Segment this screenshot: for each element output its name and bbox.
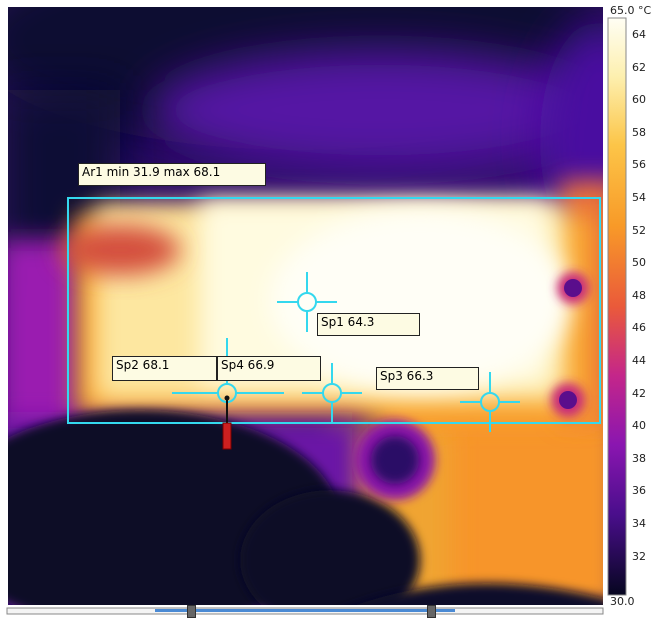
scale-tick-label: 60 — [632, 93, 646, 107]
spot-label-sp1[interactable]: Sp1 64.3 — [317, 313, 420, 336]
area-label[interactable]: Ar1 min 31.9 max 68.1 — [78, 163, 266, 186]
scale-tick-label: 42 — [632, 386, 646, 400]
scale-tick-label: 48 — [632, 288, 646, 302]
scale-tick-label: 62 — [632, 60, 646, 74]
spot-label-sp2[interactable]: Sp2 68.1 — [112, 356, 217, 381]
thermal-image — [6, 7, 627, 615]
timeline-end-handle[interactable] — [427, 605, 436, 618]
scale-min-label: 30.0 — [610, 595, 635, 608]
scale-tick-label: 32 — [632, 549, 646, 563]
scale-tick-label: 58 — [632, 125, 646, 139]
spot-label-sp4[interactable]: Sp4 66.9 — [217, 356, 321, 381]
scale-max-label: 65.0 °C — [610, 4, 652, 17]
scale-tick-label: 64 — [632, 28, 646, 41]
scale-tick-label: 36 — [632, 484, 646, 498]
scale-tick-label: 34 — [632, 517, 646, 530]
scale-tick-label: 40 — [632, 419, 646, 433]
timeline-selection — [155, 609, 455, 612]
color-scale-bar — [607, 17, 627, 596]
scale-tick-label: 54 — [632, 191, 646, 204]
timeline-start-handle[interactable] — [187, 605, 196, 618]
scale-tick-label: 38 — [632, 451, 646, 465]
scale-tick-label: 56 — [632, 158, 646, 172]
scale-tick-label: 50 — [632, 256, 646, 270]
scale-tick-label: 46 — [632, 321, 646, 335]
scale-tick-label: 44 — [632, 354, 646, 367]
spot-label-sp3[interactable]: Sp3 66.3 — [376, 367, 479, 390]
scale-tick-label: 52 — [632, 223, 646, 237]
